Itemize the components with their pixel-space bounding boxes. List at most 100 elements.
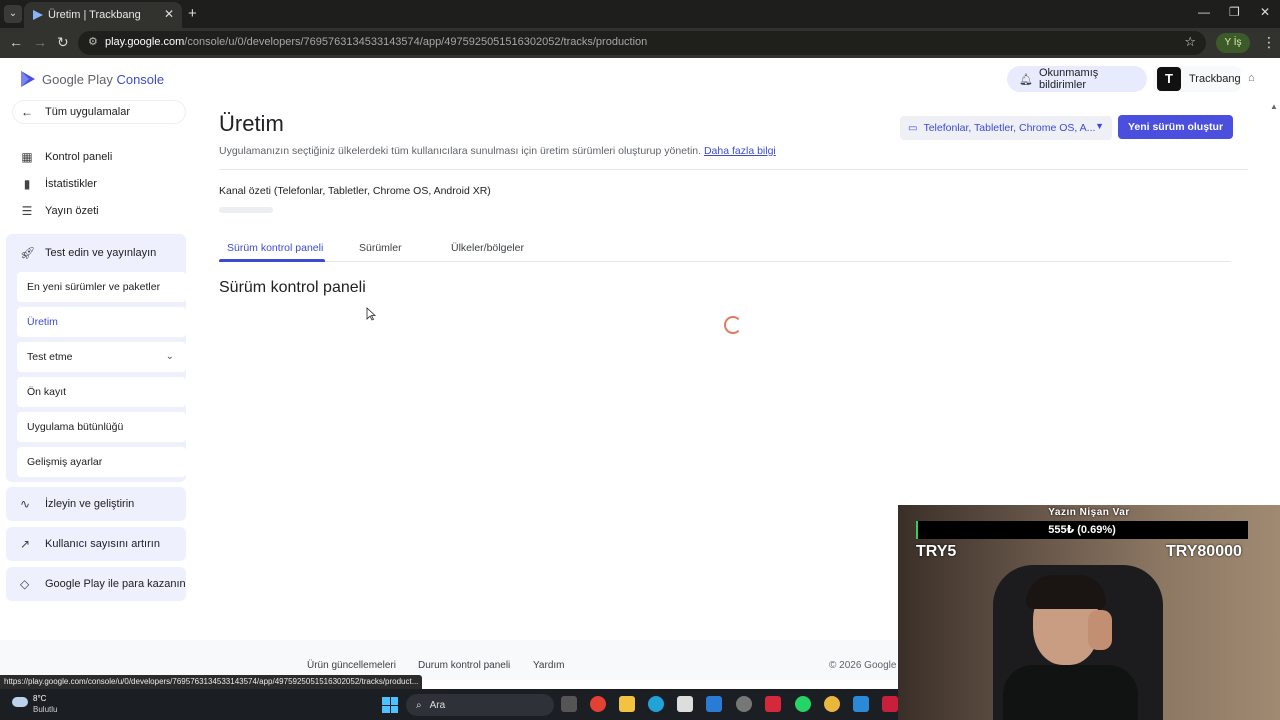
streamer-hair (1026, 575, 1106, 609)
forward-icon[interactable]: → (33, 34, 47, 50)
sidebar-item-latest-releases[interactable]: En yeni sürümler ve paketler (17, 272, 186, 302)
sidebar-item-production[interactable]: Üretim (17, 307, 186, 337)
bar-chart-icon: ▮ (23, 177, 31, 191)
notifications-label: Okunmamış bildirimler (1038, 67, 1099, 91)
group-row: ◇ Google Play ile para kazanın (20, 577, 186, 591)
browser-tab[interactable]: Üretim | Trackbang ✕ (24, 2, 182, 28)
play-console-icon (33, 10, 43, 20)
pulse-icon: ∿ (20, 497, 31, 511)
app-red-icon[interactable] (765, 696, 781, 712)
site-info-icon[interactable]: ⚙ (88, 35, 98, 48)
sidebar-item-label: İstatistikler (45, 178, 97, 190)
donation-goal-progress: 555₺ (0.69%) (1048, 524, 1116, 536)
edge-icon[interactable] (648, 696, 664, 712)
device-filter-value: Telefonlar, Tabletler, Chrome OS, A... (923, 122, 1096, 134)
brand-google: Google Play (42, 71, 113, 87)
whatsapp-icon[interactable] (795, 696, 811, 712)
sidebar-item-dashboard[interactable]: ▦ Kontrol paneli (20, 150, 112, 164)
new-tab-icon[interactable]: + (188, 5, 197, 22)
sidebar-item-statistics[interactable]: ▮ İstatistikler (20, 177, 97, 191)
link-hover-status: https://play.google.com/console/u/0/deve… (0, 675, 423, 689)
donation-goal-bar: 555₺ (0.69%) (916, 521, 1248, 539)
browser-menu-icon[interactable]: ⋮ (1262, 34, 1276, 51)
footer-link-status-dashboard[interactable]: Durum kontrol paneli (418, 660, 510, 671)
tab-title: Üretim | Trackbang (48, 9, 141, 21)
brand-console: Console (116, 71, 165, 87)
search-placeholder: Ara (429, 699, 446, 711)
scroll-up-arrow-icon[interactable]: ▲ (1270, 102, 1278, 111)
tab-countries-regions[interactable]: Ülkeler/bölgeler (451, 242, 524, 254)
group-label: Kullanıcı sayısını artırın (45, 538, 160, 550)
rocket-icon: 🚀︎ (20, 246, 36, 260)
sidebar-item-label: Test etme (27, 351, 73, 363)
mail-icon[interactable] (706, 696, 722, 712)
avatar: T (1157, 67, 1181, 91)
minimize-icon[interactable]: — (1198, 5, 1210, 19)
sidebar: ← Tüm uygulamalar ▦ Kontrol paneli ▮ İst… (0, 96, 196, 616)
publishing-overview-icon: ☰ (21, 204, 33, 218)
sidebar-item-monitor-improve[interactable]: ∿ İzleyin ve geliştirin (6, 487, 186, 521)
page-description: Uygulamanızın seçtiğiniz ülkelerdeki tüm… (219, 145, 776, 157)
account-switcher[interactable]: T Trackbang (1153, 66, 1241, 92)
description-text: Uygulamanızın seçtiğiniz ülkelerdeki tüm… (219, 145, 702, 157)
app-icon[interactable] (736, 696, 752, 712)
sidebar-item-publishing-overview[interactable]: ☰ Yayın özeti (20, 204, 99, 218)
donation-goal-min: TRY5 (916, 543, 957, 560)
sidebar-item-advanced-settings[interactable]: Gelişmiş ayarlar (17, 447, 186, 477)
start-button[interactable] (382, 697, 398, 713)
unread-notifications-button[interactable]: 🔔︎ Okunmamış bildirimler (1007, 66, 1147, 92)
task-view-icon[interactable] (561, 696, 577, 712)
search-icon: ⌕ (416, 699, 422, 711)
sidebar-item-label: Yayın özeti (45, 205, 99, 217)
loading-spinner (724, 316, 742, 334)
devices-icon: ▭ (908, 122, 918, 134)
page-title: Üretim (219, 111, 284, 136)
tab-search-icon[interactable]: ⌄ (4, 5, 22, 23)
bell-icon: 🔔︎ (1019, 73, 1033, 86)
donation-goal-title: Yazın Nişan Var (1048, 507, 1130, 518)
store-icon[interactable] (677, 696, 693, 712)
learn-more-link[interactable]: Daha fazla bilgi (704, 145, 776, 157)
growth-icon: ↗ (20, 537, 31, 551)
sidebar-item-app-integrity[interactable]: Uygulama bütünlüğü (17, 412, 186, 442)
account-menu-icon[interactable]: ⌂ (1248, 72, 1255, 84)
close-window-icon[interactable]: ✕ (1260, 5, 1270, 19)
group-label: Google Play ile para kazanın (45, 578, 186, 590)
vscode-icon[interactable] (853, 696, 869, 712)
create-new-release-button[interactable]: Yeni sürüm oluştur (1118, 115, 1233, 139)
cloud-icon[interactable] (12, 697, 28, 707)
sidebar-item-testing[interactable]: Test etme ⌄ (17, 342, 186, 372)
reload-icon[interactable]: ↻ (57, 34, 69, 51)
profile-badge[interactable]: Y İş (1216, 33, 1250, 53)
sidebar-item-test-and-release[interactable]: 🚀︎ Test edin ve yayınlayın (20, 246, 156, 260)
url-input[interactable]: ⚙ play.google.com/console/u/0/developers… (78, 31, 1206, 55)
dashboard-icon: ▦ (21, 150, 33, 164)
tab-releases[interactable]: Sürümler (359, 242, 402, 254)
device-filter-select[interactable]: ▭ Telefonlar, Tabletler, Chrome OS, A...… (900, 116, 1112, 140)
dropdown-arrow-icon: ▼ (1095, 121, 1104, 131)
app-pink-icon[interactable] (882, 696, 898, 712)
sidebar-item-pre-registration[interactable]: Ön kayıt (17, 377, 186, 407)
all-apps-link[interactable]: ← Tüm uygulamalar (12, 100, 186, 124)
chrome-profile-icon[interactable] (824, 696, 840, 712)
restore-icon[interactable]: ❐ (1229, 5, 1240, 19)
footer-link-help[interactable]: Yardım (533, 660, 565, 671)
taskbar-search[interactable]: ⌕ Ara (406, 694, 554, 716)
sidebar-item-monetize[interactable]: ◇ Google Play ile para kazanın (6, 567, 186, 601)
tab-release-dashboard[interactable]: Sürüm kontrol paneli (227, 242, 323, 254)
close-tab-icon[interactable]: ✕ (164, 7, 174, 21)
section-title: Sürüm kontrol paneli (219, 279, 366, 296)
group-label: Test edin ve yayınlayın (45, 247, 157, 259)
chrome-icon[interactable] (590, 696, 606, 712)
test-and-release-group: 🚀︎ Test edin ve yayınlayın En yeni sürüm… (6, 234, 186, 482)
footer-link-product-updates[interactable]: Ürün güncellemeleri (307, 660, 396, 671)
loading-skeleton (219, 207, 273, 213)
windows-taskbar: 8°C Bulutlu ⌕ Ara (0, 689, 898, 720)
group-label: İzleyin ve geliştirin (45, 498, 135, 510)
group-row: ↗ Kullanıcı sayısını artırın (20, 537, 160, 551)
file-explorer-icon[interactable] (619, 696, 635, 712)
back-icon[interactable]: ← (9, 34, 23, 50)
bookmark-star-icon[interactable]: ☆ (1184, 34, 1196, 50)
sidebar-item-grow-users[interactable]: ↗ Kullanıcı sayısını artırın (6, 527, 186, 561)
play-console-logo[interactable]: Google Play Console (20, 70, 164, 88)
